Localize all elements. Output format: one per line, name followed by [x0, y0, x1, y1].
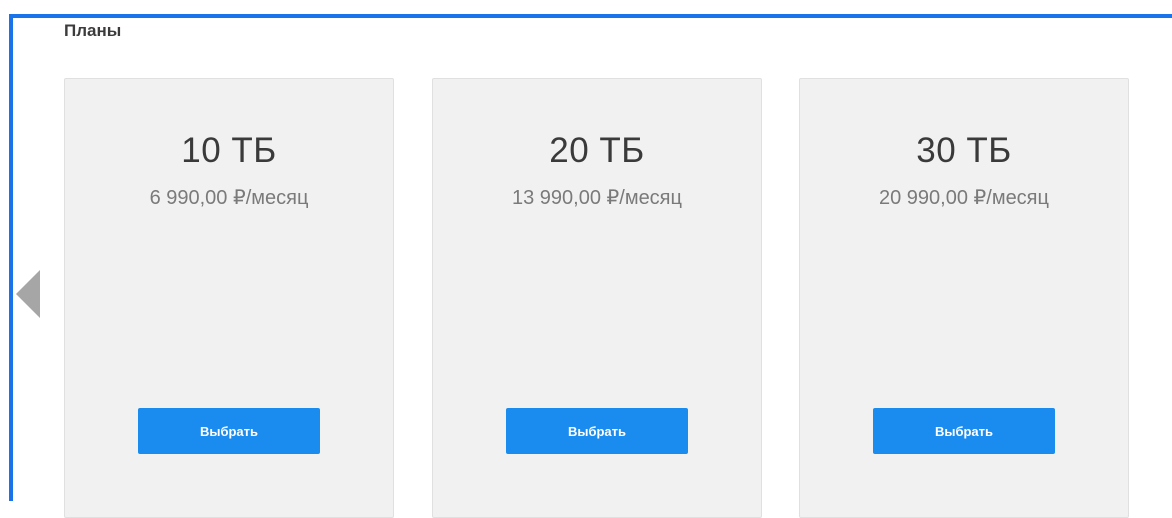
plan-price: 6 990,00 ₽/месяц [149, 187, 309, 209]
plan-size: 20 ТБ [549, 131, 645, 170]
plan-price: 13 990,00 ₽/месяц [512, 187, 682, 209]
plan-size: 30 ТБ [916, 131, 1012, 170]
plan-card-10tb: 10 ТБ 6 990,00 ₽/месяц Выбрать [64, 78, 394, 518]
plan-card-30tb: 30 ТБ 20 990,00 ₽/месяц Выбрать [799, 78, 1129, 518]
plan-card-20tb: 20 ТБ 13 990,00 ₽/месяц Выбрать [432, 78, 762, 518]
select-plan-button[interactable]: Выбрать [873, 408, 1055, 454]
plan-size: 10 ТБ [181, 131, 277, 170]
plan-price: 20 990,00 ₽/месяц [879, 187, 1049, 209]
plans-list: 10 ТБ 6 990,00 ₽/месяц Выбрать 20 ТБ 13 … [0, 0, 1172, 518]
select-plan-button[interactable]: Выбрать [506, 408, 688, 454]
select-plan-button[interactable]: Выбрать [138, 408, 320, 454]
